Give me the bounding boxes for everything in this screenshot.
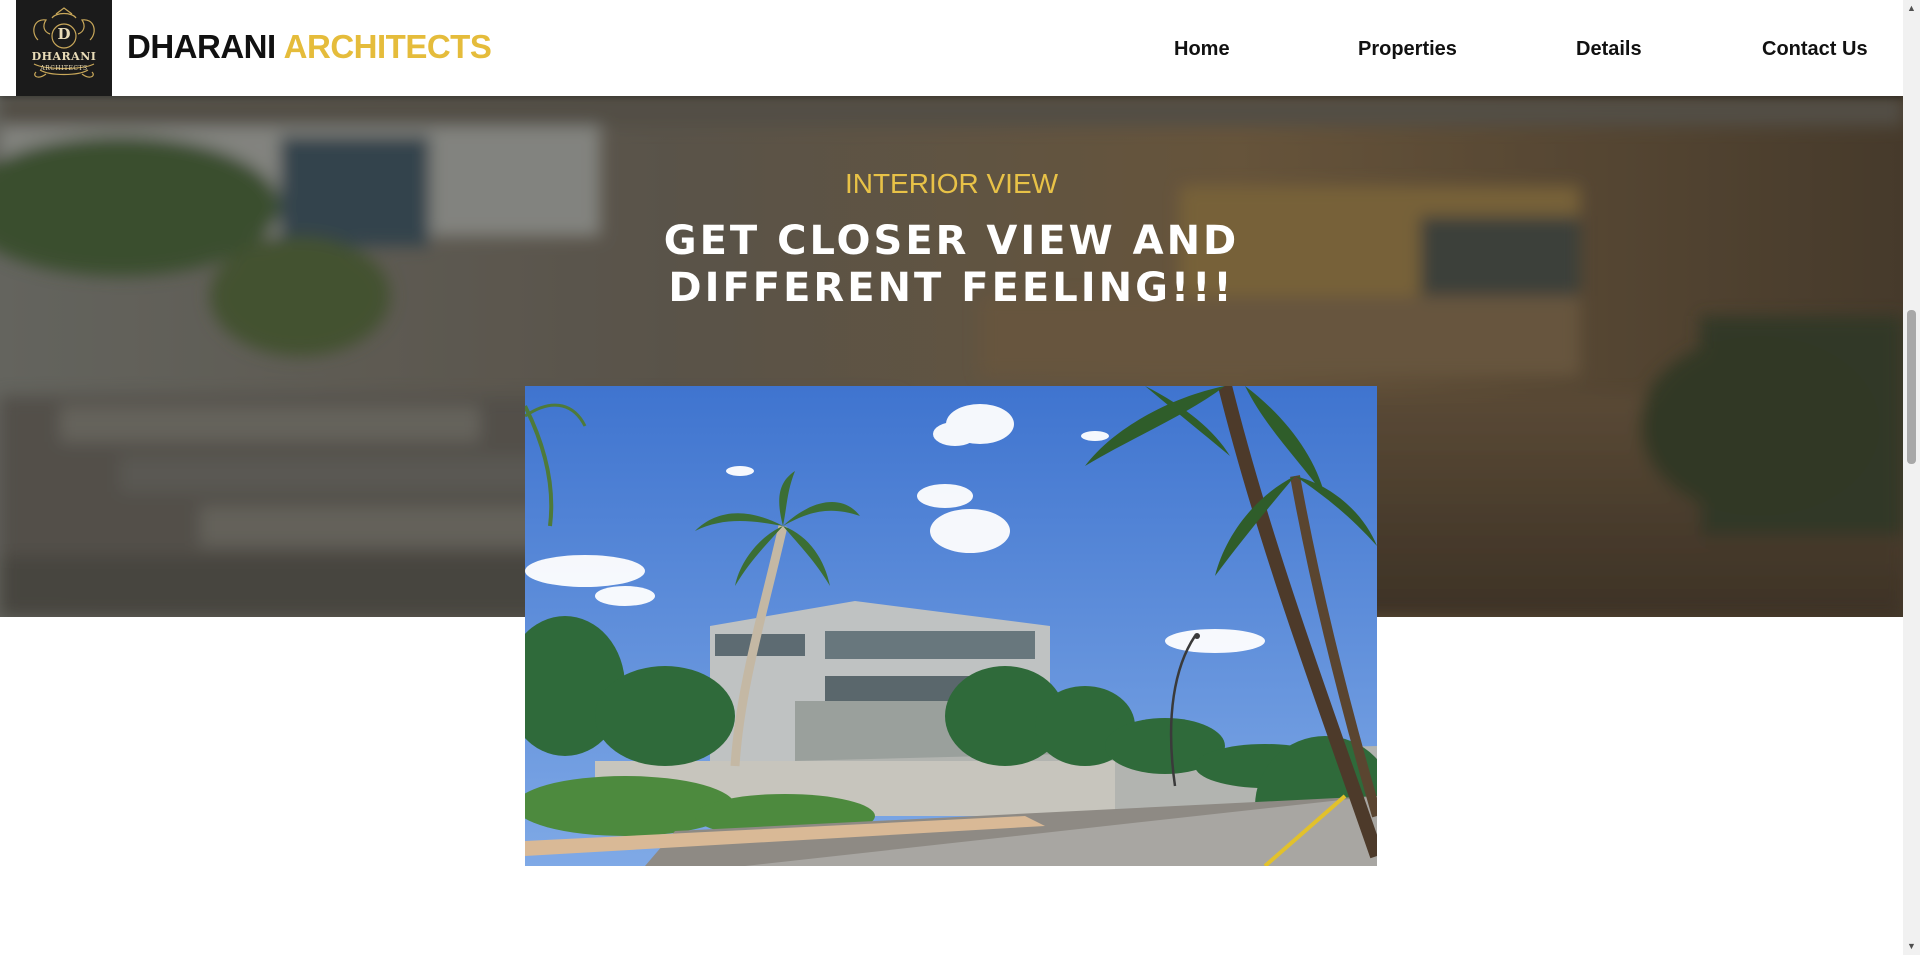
nav-contact-us[interactable]: Contact Us xyxy=(1762,38,1868,61)
section-eyebrow: INTERIOR VIEW xyxy=(844,168,1059,199)
brand-name[interactable]: DHARANI ARCHITECTS xyxy=(127,28,492,66)
logo-sub: ARCHITECTS xyxy=(40,65,88,72)
nav-details[interactable]: Details xyxy=(1576,38,1642,61)
scroll-down-arrow-icon[interactable]: ▼ xyxy=(1903,938,1920,955)
scroll-thumb[interactable] xyxy=(1907,310,1916,464)
nav-properties[interactable]: Properties xyxy=(1358,38,1457,61)
brand-accent: ARCHITECTS xyxy=(283,28,492,65)
property-exterior-image xyxy=(525,386,1377,866)
hero-headline-line-2: DIFFERENT FEELING!!! xyxy=(668,265,1235,311)
page-scrollbar[interactable]: ▲ ▼ xyxy=(1903,0,1920,955)
logo-name: DHARANI xyxy=(31,50,97,63)
logo[interactable]: D DHARANI ARCHITECTS xyxy=(16,0,112,96)
nav-home[interactable]: Home xyxy=(1174,38,1230,61)
hero-headline: GET CLOSER VIEW AND DIFFERENT FEELING!!! xyxy=(0,218,1903,312)
property-video-player[interactable] xyxy=(525,386,1377,866)
hero-headline-line-1: GET CLOSER VIEW AND xyxy=(663,218,1240,264)
logo-crest-icon xyxy=(33,7,95,78)
scroll-up-arrow-icon[interactable]: ▲ xyxy=(1903,0,1920,17)
logo-initial: D xyxy=(57,25,71,43)
brand-primary: DHARANI xyxy=(127,28,276,65)
site-header: D DHARANI ARCHITECTS DHARANI ARCHITECTS H… xyxy=(0,0,1903,96)
